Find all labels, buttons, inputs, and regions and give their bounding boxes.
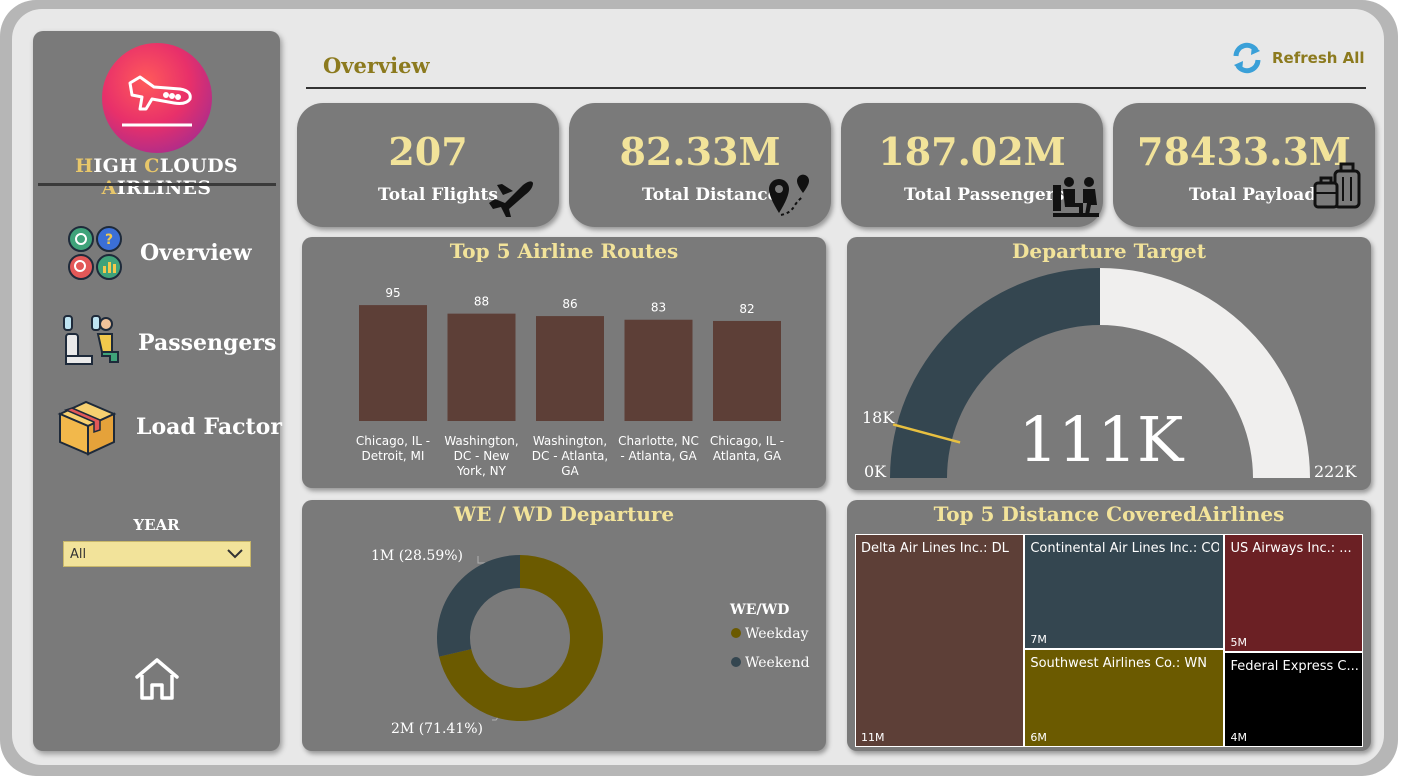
routes-chart-card: Top 5 Airline Routes 95 Chicago, IL -Detr… bbox=[302, 237, 826, 488]
kpi-label: Total Payload bbox=[1189, 185, 1317, 205]
map-pin-route-icon bbox=[769, 174, 810, 216]
brand-letter: H bbox=[75, 155, 94, 177]
treemap-tile-name: Delta Air Lines Inc.: DL bbox=[861, 541, 1009, 556]
cargo-box-icon bbox=[57, 400, 117, 456]
kpi-label: Total Distance bbox=[642, 185, 779, 205]
treemap-tile[interactable]: Federal Express C... 4M bbox=[1224, 652, 1363, 747]
home-icon bbox=[135, 658, 179, 700]
bar[interactable] bbox=[536, 316, 604, 421]
chevron-down-icon bbox=[227, 549, 243, 559]
legend-weekday-label[interactable]: Weekday bbox=[745, 626, 809, 642]
kpi-value: 207 bbox=[388, 129, 468, 174]
brand-divider bbox=[38, 183, 276, 186]
airline-logo bbox=[102, 43, 212, 153]
treemap-title: Top 5 Distance CoveredAirlines bbox=[933, 502, 1285, 526]
gauge-min-label: 0K bbox=[864, 462, 887, 481]
legend-weekend-swatch bbox=[731, 657, 741, 667]
treemap-tile-value: 4M bbox=[1230, 730, 1247, 744]
kpi-card-total-payload: 78433.3M Total Payload bbox=[1113, 103, 1375, 227]
brand-word: IGH bbox=[93, 155, 145, 177]
gauge-max-label: 222K bbox=[1314, 462, 1358, 481]
kpi-label: Total Flights bbox=[378, 185, 498, 205]
airplane-icon bbox=[489, 181, 533, 217]
kpi-value: 187.02M bbox=[878, 129, 1066, 174]
bar-value-label: 82 bbox=[739, 302, 754, 316]
nav-item-overview[interactable]: ? Overview bbox=[66, 224, 252, 282]
donut-label-weekday: 2M (71.41%) bbox=[391, 721, 483, 737]
distance-treemap-card: Top 5 Distance CoveredAirlines Delta Air… bbox=[847, 500, 1371, 751]
departure-gauge-card: Departure Target 111K 0K 222K 18K bbox=[847, 237, 1371, 490]
treemap-tile-name: Federal Express C... bbox=[1230, 659, 1358, 675]
analytics-icon: ? bbox=[68, 226, 122, 280]
year-filter-select[interactable]: All bbox=[63, 541, 251, 567]
bar-value-label: 83 bbox=[651, 301, 666, 315]
bar-category-label: Chicago, IL -Detroit, MI bbox=[356, 434, 430, 463]
bar-category-label: Washington, DC - Atlanta, GA bbox=[532, 434, 608, 478]
legend-weekend-label[interactable]: Weekend bbox=[745, 655, 810, 671]
bar-category-label: Charlotte, NC - Atlanta, GA bbox=[618, 434, 699, 463]
kpi-card-total-flights: 207 Total Flights bbox=[297, 103, 559, 227]
refresh-all-label: Refresh All bbox=[1272, 49, 1365, 67]
treemap-tile-name: US Airways Inc.: ... bbox=[1230, 541, 1352, 556]
nav-label: Overview bbox=[140, 240, 252, 266]
brand-name: HIGH CLOUDS AIRLINES bbox=[33, 155, 280, 199]
bar-value-label: 95 bbox=[385, 286, 400, 300]
treemap-tile[interactable]: Southwest Airlines Co.: WN 6M bbox=[1024, 648, 1225, 747]
departure-gauge: 111K 0K 222K 18K bbox=[862, 268, 1358, 481]
refresh-icon bbox=[1233, 42, 1261, 74]
brand-letter: C bbox=[144, 155, 160, 177]
nav-item-passengers[interactable]: Passengers bbox=[60, 312, 276, 374]
bar[interactable] bbox=[359, 305, 427, 421]
donut-label-weekend: 1M (28.59%) bbox=[371, 548, 463, 564]
treemap-tile-value: 11M bbox=[861, 731, 885, 744]
treemap-tile-value: 7M bbox=[1030, 632, 1047, 646]
distance-treemap: Delta Air Lines Inc.: DL 11M Continental A… bbox=[855, 534, 1363, 747]
donut-legend-title: WE/WD bbox=[729, 602, 789, 618]
brand-word: IRLINES bbox=[116, 177, 212, 199]
year-filter-value: All bbox=[70, 546, 87, 562]
we-wd-donut-card: WE / WD Departure 1M (28.59%) 2M (71.41%… bbox=[302, 500, 826, 751]
bar-value-label: 88 bbox=[474, 295, 489, 309]
donut-slice[interactable] bbox=[437, 555, 520, 657]
svg-text:?: ? bbox=[105, 232, 113, 248]
routes-bar-chart: 95 Chicago, IL -Detroit, MI 88 Washington, D… bbox=[356, 286, 784, 478]
page-title: Overview bbox=[323, 53, 430, 78]
treemap-tile[interactable]: Delta Air Lines Inc.: DL 11M bbox=[855, 534, 1025, 747]
refresh-all-button[interactable]: Refresh All bbox=[1230, 42, 1365, 74]
seated-passengers-icon bbox=[1053, 177, 1099, 217]
legend-weekday-swatch bbox=[731, 628, 741, 638]
brand-letter: A bbox=[101, 177, 117, 199]
treemap-tile-value: 5M bbox=[1230, 636, 1247, 650]
bar[interactable] bbox=[447, 313, 516, 421]
bar-value-label: 86 bbox=[562, 297, 577, 311]
title-divider bbox=[306, 87, 1366, 89]
kpi-label: Total Passengers bbox=[904, 185, 1065, 205]
home-button[interactable] bbox=[133, 655, 181, 703]
gauge-value-label: 111K bbox=[1019, 403, 1185, 476]
brand-word: LOUDS bbox=[159, 155, 238, 177]
year-filter-label: YEAR bbox=[133, 516, 180, 534]
bar-category-label: Washington, DC - New York, NY bbox=[444, 434, 518, 478]
kpi-value: 82.33M bbox=[619, 129, 781, 174]
treemap-tile-name: Continental Air Lines Inc.: CO bbox=[1030, 541, 1220, 556]
nav-item-load-factor[interactable]: Load Factor bbox=[56, 396, 282, 458]
nav-label: Load Factor bbox=[136, 414, 282, 440]
kpi-card-total-distance: 82.33M Total Distance bbox=[569, 103, 831, 227]
treemap-tile[interactable]: US Airways Inc.: ... 5M bbox=[1224, 534, 1363, 653]
nav-label: Passengers bbox=[138, 330, 277, 356]
bar[interactable] bbox=[713, 320, 781, 421]
gauge-target-label: 18K bbox=[862, 408, 895, 427]
seated-passenger-icon bbox=[63, 315, 119, 365]
treemap-tile[interactable]: Continental Air Lines Inc.: CO 7M bbox=[1024, 534, 1225, 649]
treemap-tile-name: Southwest Airlines Co.: WN bbox=[1030, 655, 1207, 671]
kpi-card-total-passengers: 187.02M Total Passengers bbox=[841, 103, 1103, 227]
airplane-landing-icon bbox=[122, 75, 192, 127]
bar-category-label: Chicago, IL -Atlanta, GA bbox=[710, 434, 784, 463]
bar[interactable] bbox=[624, 319, 693, 421]
we-wd-donut-chart: 1M (28.59%) 2M (71.41%) WE/WD Weekday We… bbox=[371, 548, 810, 737]
treemap-tile-value: 6M bbox=[1030, 730, 1047, 744]
luggage-icon bbox=[1313, 162, 1361, 209]
